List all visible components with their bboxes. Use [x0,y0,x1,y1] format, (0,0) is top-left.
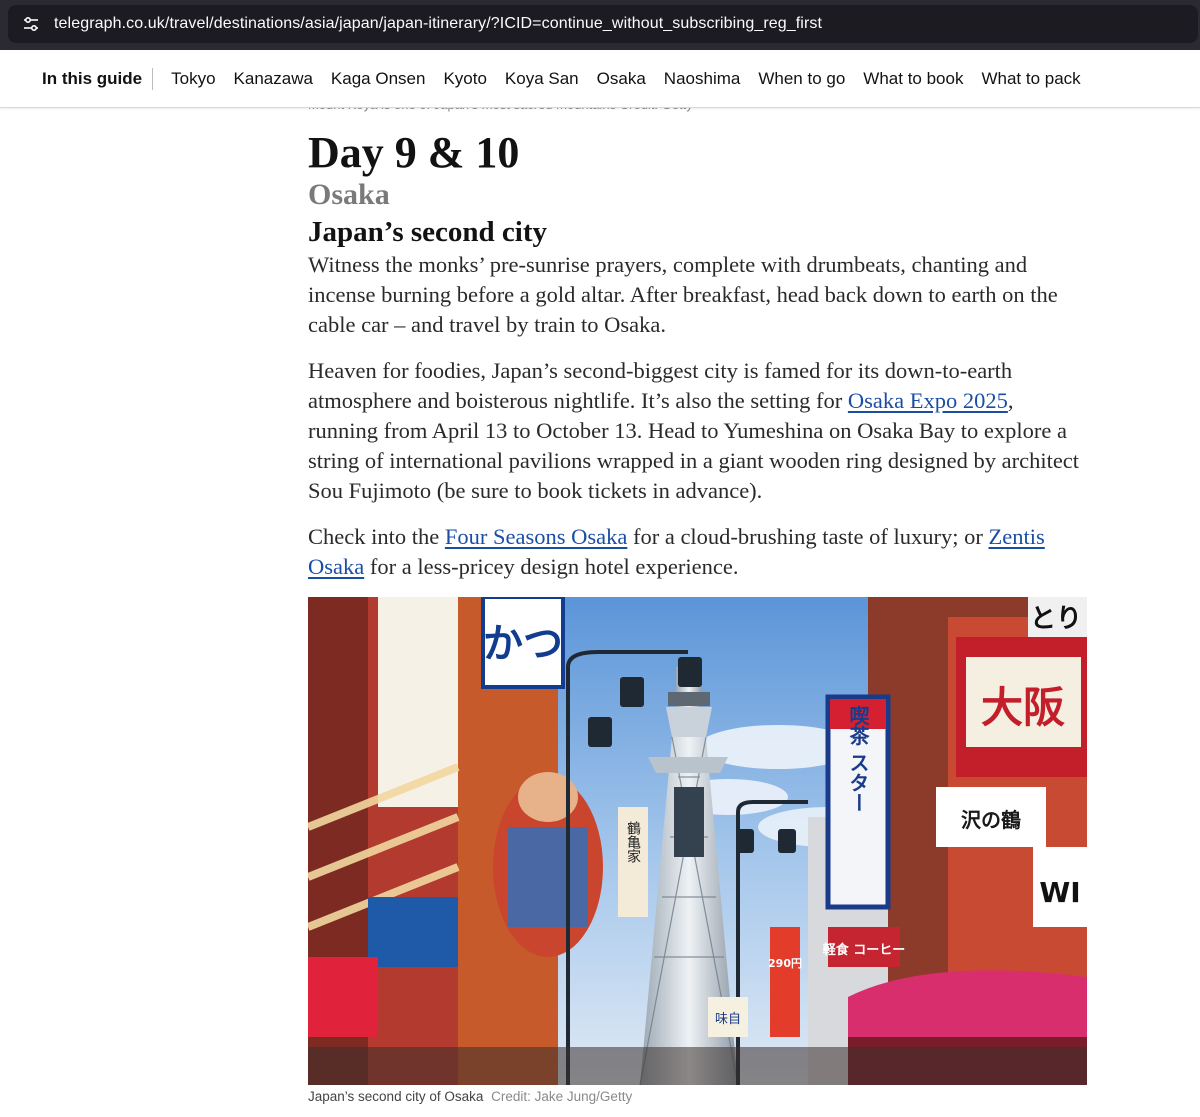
article-section: Day 9 & 10 Osaka Japan’s second city Wit… [308,126,1088,582]
guide-link-what-to-pack[interactable]: What to pack [981,69,1080,89]
guide-nav: In this guide Tokyo Kanazawa Kaga Onsen … [0,50,1200,108]
guide-link-tokyo[interactable]: Tokyo [171,69,215,89]
sign-misoshiru: 味自 [715,1012,741,1027]
sign-kei: 軽食 コーヒー [823,942,906,958]
guide-link-kanazawa[interactable]: Kanazawa [234,69,313,89]
browser-toolbar: telegraph.co.uk/travel/destinations/asia… [0,0,1200,50]
paragraph-hotels: Check into the Four Seasons Osaka for a … [308,522,1088,582]
guide-link-what-to-book[interactable]: What to book [863,69,963,89]
guide-link-kyoto[interactable]: Kyoto [443,69,486,89]
paragraph-osaka: Heaven for foodies, Japan’s second-bigge… [308,356,1088,505]
osaka-street-photo: かつ 鶴亀家 喫茶 スター 大阪 とり 沢の鶴 WI 軽食 コーヒー 290円 … [308,597,1087,1085]
photo-caption: Japan’s second city of Osaka Credit: Jak… [308,1089,632,1104]
day-heading: Day 9 & 10 [308,128,520,177]
osaka-expo-link[interactable]: Osaka Expo 2025 [848,388,1008,413]
paragraph-text: Check into the [308,524,445,550]
sign-brand: 沢の鶴 [961,808,1021,832]
paragraph-text: for a cloud-brushing taste of luxury; or [627,524,989,550]
sign-wi: WI [1039,876,1080,909]
guide-link-osaka[interactable]: Osaka [597,69,646,89]
photo-credit: Credit: Jake Jung/Getty [491,1089,633,1104]
sign-katsu: かつ [483,621,563,667]
photo-caption-text: Japan’s second city of Osaka [308,1089,484,1104]
guide-nav-links: Tokyo Kanazawa Kaga Onsen Kyoto Koya San… [161,69,1089,89]
paragraph-monks: Witness the monks’ pre-sunrise prayers, … [308,252,1058,337]
section-subheading: Japan’s second city [308,216,547,248]
guide-link-kaga-onsen[interactable]: Kaga Onsen [331,69,426,89]
four-seasons-link[interactable]: Four Seasons Osaka [445,524,627,549]
tune-icon[interactable] [20,13,42,35]
address-bar[interactable]: telegraph.co.uk/travel/destinations/asia… [8,5,1198,43]
sign-price: 290円 [768,957,802,970]
guide-link-when-to-go[interactable]: When to go [758,69,845,89]
guide-link-naoshima[interactable]: Naoshima [664,69,741,89]
guide-link-koya-san[interactable]: Koya San [505,69,579,89]
guide-nav-label: In this guide [42,67,154,90]
sign-tori: とり [1030,604,1082,634]
place-heading: Osaka [308,178,390,211]
sign-star-vertical: 喫茶 スター [846,704,870,812]
url-text[interactable]: telegraph.co.uk/travel/destinations/asia… [54,15,822,33]
paragraph-text: for a less-pricey design hotel experienc… [364,554,739,580]
sign-kitchen: 鶴亀家 [625,820,641,863]
sign-osaka: 大阪 [981,683,1065,732]
